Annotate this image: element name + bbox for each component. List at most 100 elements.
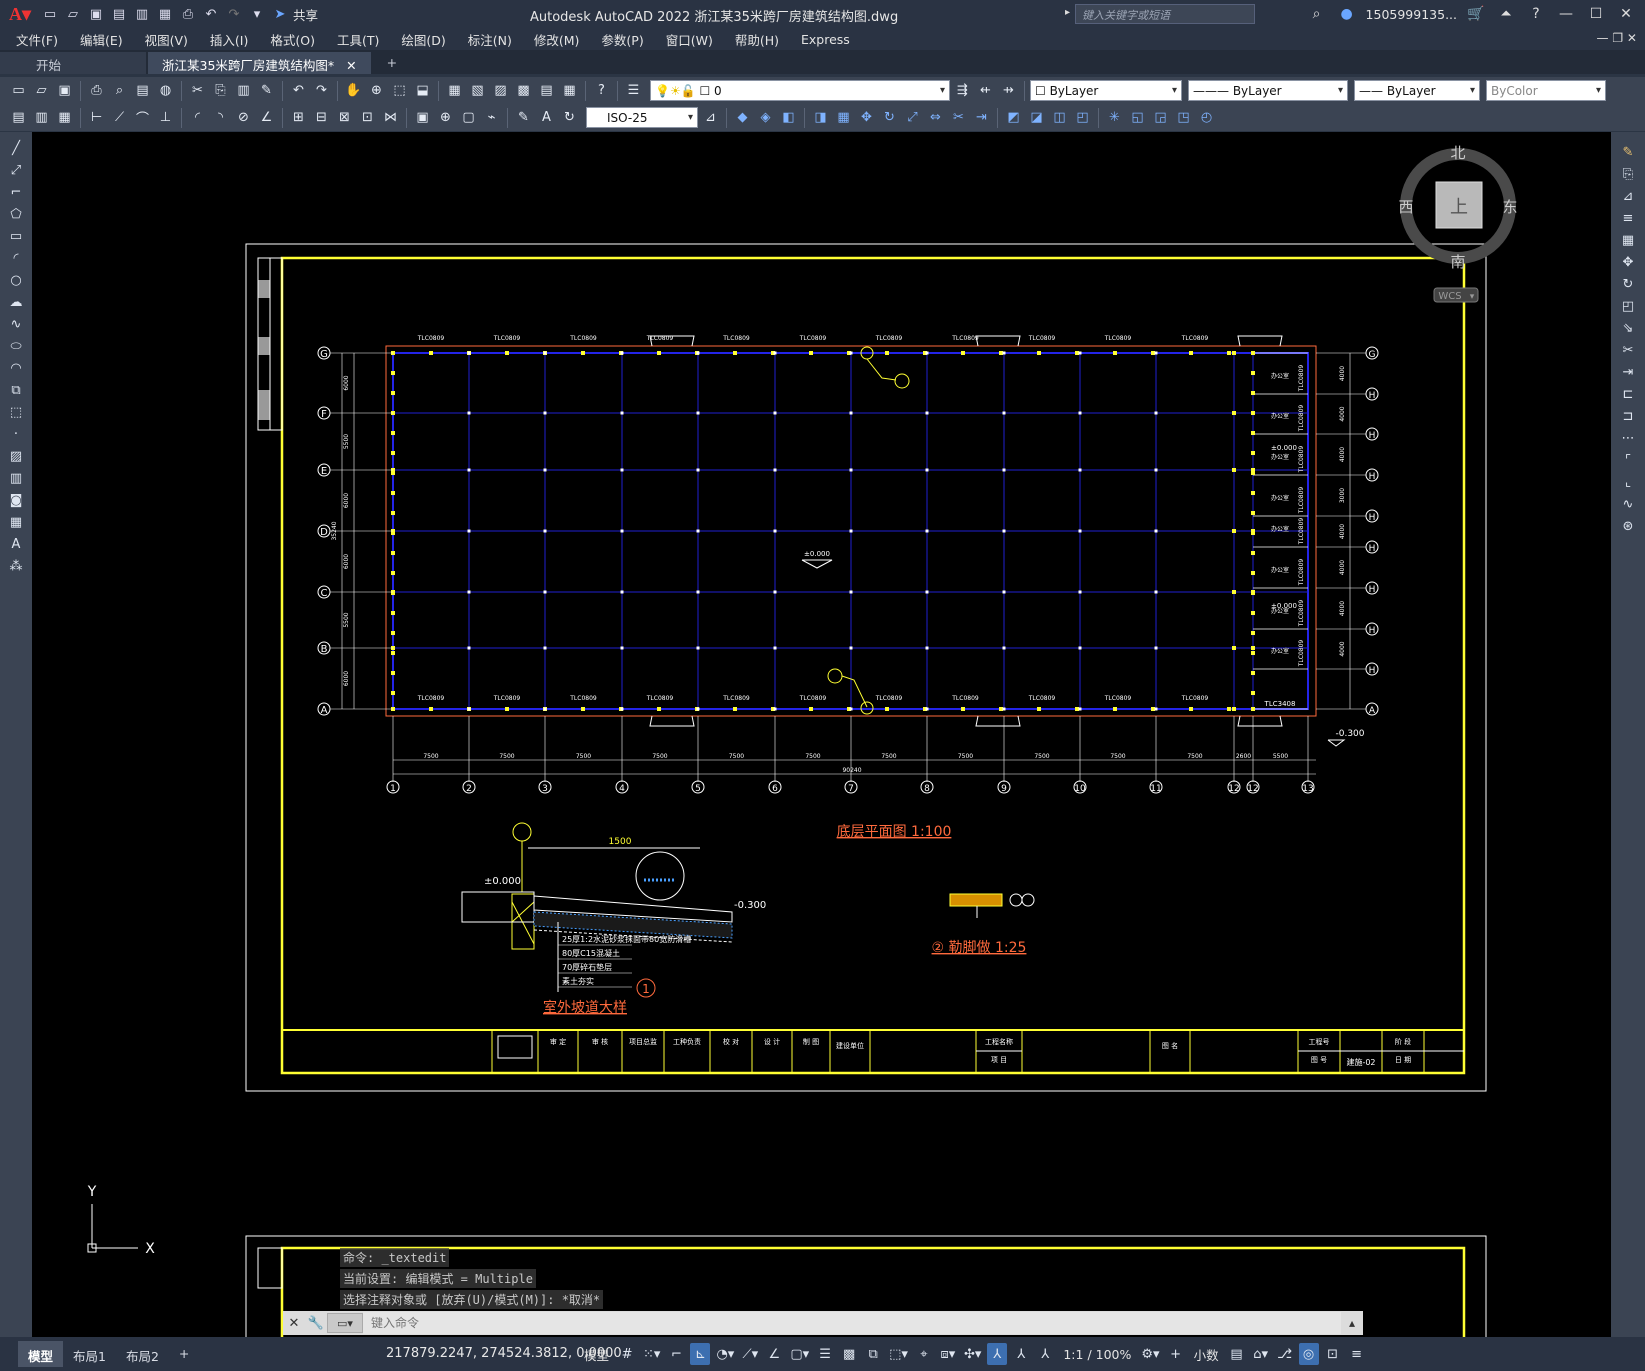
jogged-icon[interactable]: ◝ bbox=[210, 107, 231, 128]
dimstyle-dropdown[interactable]: ISO-25 ▾ bbox=[586, 107, 698, 128]
tolerance-icon[interactable]: ▣ bbox=[412, 107, 433, 128]
zoom-previous-icon[interactable]: ⬓ bbox=[412, 80, 433, 101]
help-icon[interactable]: ? bbox=[591, 80, 612, 101]
explode-icon[interactable]: ⊛ bbox=[1617, 516, 1639, 536]
erase-icon[interactable]: ✎ bbox=[1617, 142, 1639, 162]
menu-edit[interactable]: 编辑(E) bbox=[80, 30, 123, 49]
aligned-dimension-icon[interactable]: ⟋ bbox=[109, 107, 130, 128]
region-icon[interactable]: ◙ bbox=[5, 490, 27, 510]
scale-icon[interactable]: ⤢ bbox=[902, 107, 923, 128]
quick-properties-icon[interactable]: ▤ bbox=[1227, 1343, 1247, 1365]
join-icon[interactable]: ◪ bbox=[1026, 107, 1047, 128]
menu-window[interactable]: 窗口(W) bbox=[666, 30, 713, 49]
autocad-logo-icon[interactable]: A ▾ bbox=[0, 0, 40, 28]
cut-icon[interactable]: ✂ bbox=[187, 80, 208, 101]
units-value[interactable]: 小数 bbox=[1190, 1345, 1223, 1364]
dim-break-icon[interactable]: ⋈ bbox=[380, 107, 401, 128]
workspace-icon[interactable]: ⚙▾ bbox=[1139, 1343, 1161, 1365]
layer-states-icon[interactable]: ⇸ bbox=[998, 80, 1019, 101]
doc-window-controls[interactable]: — ❐ ✕ bbox=[1597, 31, 1637, 45]
paste-icon[interactable]: ▥ bbox=[233, 80, 254, 101]
object-snap-icon[interactable]: ▢▾ bbox=[788, 1343, 811, 1365]
redo-icon[interactable]: ↷ bbox=[224, 5, 244, 23]
menu-view[interactable]: 视图(V) bbox=[145, 30, 188, 49]
rectangle-icon[interactable]: ▭ bbox=[5, 226, 27, 246]
tab-start[interactable]: 开始 bbox=[0, 52, 146, 74]
3d-osnap-icon[interactable]: ⬚▾ bbox=[887, 1343, 910, 1365]
menu-express[interactable]: Express bbox=[801, 32, 850, 47]
point-icon[interactable]: · bbox=[5, 424, 27, 444]
design-center-icon[interactable]: ▧ bbox=[467, 80, 488, 101]
rotate-icon[interactable]: ↻ bbox=[879, 107, 900, 128]
add-selected-icon[interactable]: ⁂ bbox=[5, 556, 27, 576]
viewcube-east[interactable]: 东 bbox=[1502, 198, 1517, 216]
auto-scale-icon[interactable]: ⅄ bbox=[1011, 1343, 1031, 1365]
lineweight-icon[interactable]: ☰ bbox=[815, 1343, 835, 1365]
plot-icon[interactable]: ⎙ bbox=[86, 80, 107, 101]
annotation-monitor-icon[interactable]: + bbox=[1166, 1343, 1186, 1365]
dim-space-icon[interactable]: ⊡ bbox=[357, 107, 378, 128]
lock-ui-icon[interactable]: ⌂▾ bbox=[1251, 1343, 1271, 1365]
ortho-icon[interactable]: ⊾ bbox=[690, 1343, 711, 1365]
extend-icon[interactable]: ⇥ bbox=[1617, 362, 1639, 382]
copy-object-icon[interactable]: ◈ bbox=[755, 107, 776, 128]
menu-help[interactable]: 帮助(H) bbox=[735, 30, 779, 49]
undo-icon[interactable]: ↶ bbox=[201, 5, 221, 23]
polygon-icon[interactable]: ⬠ bbox=[5, 204, 27, 224]
blend-curves-icon[interactable]: ∿ bbox=[1617, 494, 1639, 514]
make-current-layer-icon[interactable]: ⇶ bbox=[952, 80, 973, 101]
annotation-visibility-icon[interactable]: ⅄ bbox=[987, 1343, 1008, 1365]
selection-filter-icon[interactable]: ⧈▾ bbox=[938, 1343, 958, 1365]
viewcube-south[interactable]: 南 bbox=[1450, 253, 1465, 271]
viewcube-north[interactable]: 北 bbox=[1450, 144, 1465, 162]
layout-tab-1[interactable]: 布局1 bbox=[63, 1341, 116, 1367]
save-icon[interactable]: ▣ bbox=[86, 5, 106, 23]
user-icon[interactable]: ● bbox=[1336, 6, 1358, 22]
layer-dropdown[interactable]: 💡☀🔓 ☐ 0 ▾ bbox=[650, 80, 950, 101]
hatch-icon[interactable]: ▨ bbox=[5, 446, 27, 466]
block-icon[interactable]: ◳ bbox=[1173, 107, 1194, 128]
mirror-icon[interactable]: ◧ bbox=[778, 107, 799, 128]
layer-properties-icon[interactable]: ☰ bbox=[623, 80, 644, 101]
ellipse-icon[interactable]: ⬭ bbox=[5, 336, 27, 356]
command-history-toggle-icon[interactable]: ▴ bbox=[1341, 1316, 1363, 1330]
search-input[interactable]: 键入关键字或短语 bbox=[1075, 4, 1255, 24]
markup-icon[interactable]: ▤ bbox=[536, 80, 557, 101]
rotate-icon[interactable]: ↻ bbox=[1617, 274, 1639, 294]
dynamic-ucs-icon[interactable]: ⌖ bbox=[914, 1343, 934, 1365]
line-icon[interactable]: ╱ bbox=[5, 138, 27, 158]
dimstyle-icon[interactable]: ⊿ bbox=[700, 107, 721, 128]
insert-icon[interactable]: ◴ bbox=[1196, 107, 1217, 128]
command-input[interactable] bbox=[363, 1312, 1341, 1334]
zoom-realtime-icon[interactable]: ⊕ bbox=[366, 80, 387, 101]
table-icon[interactable]: ▦ bbox=[5, 512, 27, 532]
inspection-icon[interactable]: ▢ bbox=[458, 107, 479, 128]
group-icon[interactable]: ◲ bbox=[1150, 107, 1171, 128]
isodraft-icon[interactable]: ⟋▾ bbox=[740, 1343, 760, 1365]
diameter-icon[interactable]: ⊘ bbox=[233, 107, 254, 128]
undo-icon[interactable]: ↶ bbox=[288, 80, 309, 101]
open-file-icon[interactable]: ▱ bbox=[63, 5, 83, 23]
chamfer-icon[interactable]: ⌜ bbox=[1617, 450, 1639, 470]
save-as-icon[interactable]: ▤ bbox=[109, 5, 129, 23]
polar-icon[interactable]: ◔▾ bbox=[714, 1343, 736, 1365]
close-command-icon[interactable]: ✕ bbox=[283, 1311, 305, 1335]
new-tab-icon[interactable]: + bbox=[373, 52, 411, 74]
help-icon[interactable]: ? bbox=[1525, 6, 1547, 22]
angular-icon[interactable]: ∠ bbox=[256, 107, 277, 128]
tab-drawing[interactable]: 浙江某35米跨厂房建筑结构图* ✕ bbox=[148, 52, 371, 74]
arc-length-icon[interactable]: ⌒ bbox=[132, 107, 153, 128]
transparency-icon[interactable]: ▩ bbox=[839, 1343, 859, 1365]
join-icon[interactable]: ⋯ bbox=[1617, 428, 1639, 448]
polyline-icon[interactable]: ⌐ bbox=[5, 182, 27, 202]
minimize-icon[interactable]: — bbox=[1555, 6, 1577, 22]
save-to-web-icon[interactable]: ▦ bbox=[155, 5, 175, 23]
customization-icon[interactable]: ≡ bbox=[1347, 1343, 1367, 1365]
viewcube-west[interactable]: 西 bbox=[1398, 198, 1413, 216]
tab-close-icon[interactable]: ✕ bbox=[346, 58, 356, 73]
plot-preview-icon[interactable]: ⌕ bbox=[109, 80, 130, 101]
center-mark-icon[interactable]: ⊕ bbox=[435, 107, 456, 128]
erase-icon[interactable]: ◆ bbox=[732, 107, 753, 128]
qnew-icon[interactable]: ▭ bbox=[8, 80, 29, 101]
customize-command-icon[interactable]: 🔧 bbox=[305, 1311, 327, 1335]
